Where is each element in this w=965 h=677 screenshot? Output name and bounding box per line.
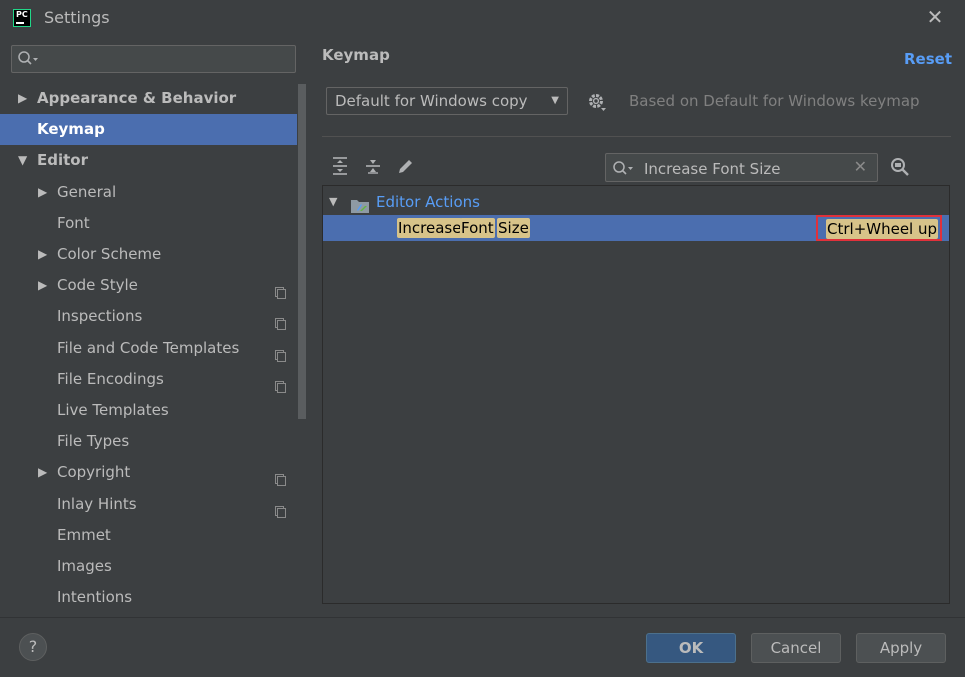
keymap-panel: Keymap Reset Default for Windows copy ▼ …: [308, 36, 965, 617]
expand-arrow-icon[interactable]: ▼: [329, 189, 337, 215]
sidebar-item-emmet[interactable]: Emmet: [0, 520, 297, 551]
ok-button[interactable]: OK: [646, 633, 736, 663]
sidebar-item-code-style[interactable]: ▶ Code Style: [0, 270, 297, 301]
sidebar-item-file-and-code-templates[interactable]: File and Code Templates: [0, 333, 297, 364]
sidebar-item-label: Images: [57, 557, 112, 575]
shortcut-label: Ctrl+Wheel up: [826, 219, 939, 239]
sidebar-item-inspections[interactable]: Inspections: [0, 301, 297, 332]
find-by-shortcut-icon[interactable]: [889, 156, 911, 178]
sidebar-item-label: Inspections: [57, 307, 143, 326]
collapse-all-icon[interactable]: [363, 156, 383, 176]
sidebar-item-editor[interactable]: ▼ Editor: [0, 145, 297, 176]
page-title: Keymap: [322, 46, 390, 64]
sidebar-item-color-scheme[interactable]: ▶ Color Scheme: [0, 239, 297, 270]
sidebar-item-label: Editor: [37, 151, 88, 170]
action-word-highlight: Font: [460, 218, 495, 238]
project-scope-icon: [275, 466, 286, 487]
settings-sidebar: ▶ Appearance & Behavior Keymap ▼ Editor ▶ Gene…: [0, 36, 308, 617]
clear-icon[interactable]: ✕: [854, 157, 867, 176]
sidebar-item-label: Appearance & Behavior: [37, 89, 237, 107]
shortcut-annotation-box: Ctrl+Wheel up: [816, 215, 942, 241]
help-button[interactable]: ?: [19, 633, 47, 661]
folder-icon: [351, 195, 369, 213]
sidebar-item-copyright[interactable]: ▶ Copyright: [0, 457, 297, 488]
sidebar-item-label: Live Templates: [57, 401, 169, 419]
sidebar-item-label: Font: [57, 213, 90, 232]
chevron-right-icon[interactable]: ▶: [38, 457, 47, 488]
sidebar-item-file-encodings[interactable]: File Encodings: [0, 364, 297, 395]
apply-button[interactable]: Apply: [856, 633, 946, 663]
chevron-down-icon: ▼: [551, 95, 559, 106]
table-row[interactable]: Increase Font Size Ctrl+Wheel up: [323, 215, 949, 241]
reset-link[interactable]: Reset: [904, 50, 952, 68]
divider: [322, 136, 951, 137]
action-filter-input[interactable]: [642, 158, 851, 180]
project-scope-icon: [275, 310, 286, 331]
chevron-right-icon[interactable]: ▶: [38, 177, 47, 208]
sidebar-item-general[interactable]: ▶ General: [0, 177, 297, 208]
settings-search-input[interactable]: [42, 49, 291, 71]
sidebar-item-label: Intentions: [57, 588, 133, 607]
project-scope-icon: [275, 279, 286, 300]
window-title: Settings: [44, 8, 110, 27]
action-tree: ▼ Editor Actions Increase Font Size Ctrl…: [322, 185, 950, 604]
sidebar-item-label: File and Code Templates: [57, 338, 240, 357]
dialog-footer: ? OK Cancel Apply: [0, 617, 965, 677]
close-icon[interactable]: ✕: [924, 6, 946, 28]
action-word-highlight: Increase: [397, 218, 463, 238]
search-icon: [17, 50, 41, 68]
sidebar-item-label: Copyright: [57, 463, 131, 482]
action-filter-box[interactable]: ✕: [605, 153, 878, 182]
sidebar-item-images[interactable]: Images: [0, 551, 297, 582]
sidebar-item-inlay-hints[interactable]: Inlay Hints: [0, 489, 297, 520]
sidebar-item-label: File Encodings: [57, 369, 164, 388]
sidebar-item-keymap[interactable]: Keymap: [0, 114, 297, 146]
project-scope-icon: [275, 342, 286, 362]
sidebar-item-live-templates[interactable]: Live Templates: [0, 395, 297, 426]
based-on-label: Based on Default for Windows keymap: [629, 92, 920, 110]
sidebar-item-appearance-behavior[interactable]: ▶ Appearance & Behavior: [0, 83, 297, 114]
tree-group-label: Editor Actions: [376, 193, 480, 211]
sidebar-item-file-types[interactable]: File Types: [0, 426, 297, 457]
edit-pencil-icon[interactable]: [396, 156, 416, 176]
keymap-dropdown[interactable]: Default for Windows copy ▼: [326, 87, 568, 115]
cancel-button[interactable]: Cancel: [751, 633, 841, 663]
action-word-highlight: Size: [497, 218, 530, 238]
chevron-right-icon[interactable]: ▶: [18, 83, 27, 114]
project-scope-icon: [275, 498, 286, 518]
keymap-dropdown-value: Default for Windows copy: [335, 92, 528, 110]
sidebar-item-label: General: [57, 182, 117, 201]
project-scope-icon: [275, 373, 286, 393]
search-icon: [611, 159, 635, 177]
chevron-right-icon[interactable]: ▶: [38, 270, 47, 301]
gear-icon[interactable]: [586, 91, 608, 113]
chevron-down-icon[interactable]: ▼: [18, 145, 27, 176]
chevron-right-icon[interactable]: ▶: [38, 239, 47, 270]
pycharm-logo-icon: PC: [13, 9, 31, 27]
expand-all-icon[interactable]: [330, 156, 350, 176]
tree-group-editor-actions[interactable]: ▼ Editor Actions: [323, 189, 949, 215]
sidebar-item-font[interactable]: Font: [0, 208, 297, 239]
sidebar-item-label: Keymap: [37, 120, 105, 139]
title-bar: PC Settings ✕: [0, 0, 965, 36]
settings-search-box[interactable]: [11, 45, 296, 73]
sidebar-item-label: File Types: [57, 432, 130, 451]
sidebar-item-label: Emmet: [57, 525, 111, 544]
sidebar-item-label: Color Scheme: [57, 245, 162, 263]
sidebar-item-label: Inlay Hints: [57, 494, 137, 513]
sidebar-item-intentions[interactable]: Intentions: [0, 582, 297, 613]
sidebar-item-label: Code Style: [57, 276, 138, 295]
sidebar-scrollbar[interactable]: [298, 84, 306, 419]
